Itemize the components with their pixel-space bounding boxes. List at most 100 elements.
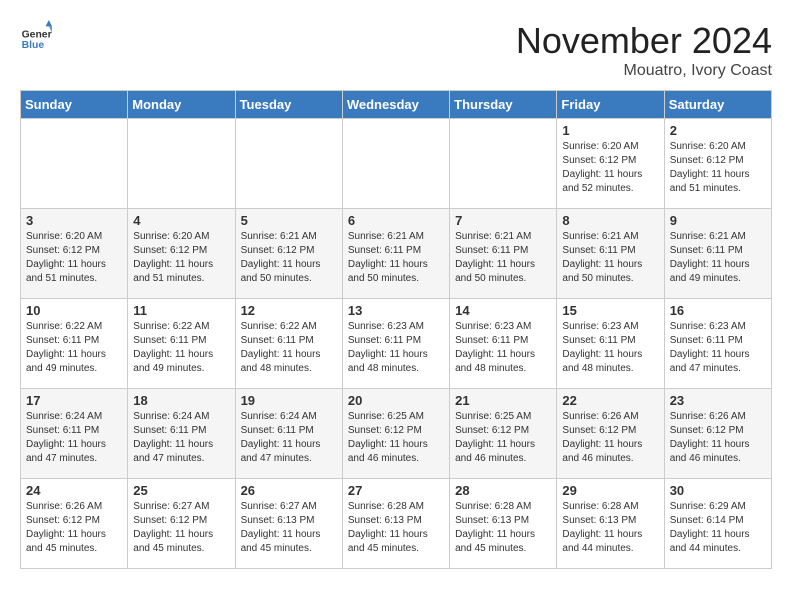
day-info: Sunrise: 6:23 AM Sunset: 6:11 PM Dayligh…	[562, 320, 658, 376]
calendar-cell: 23 Sunrise: 6:26 AM Sunset: 6:12 PM Dayli…	[664, 389, 771, 479]
day-number: 25	[133, 483, 229, 498]
calendar-cell: 18 Sunrise: 6:24 AM Sunset: 6:11 PM Dayli…	[128, 389, 235, 479]
calendar-cell: 16 Sunrise: 6:23 AM Sunset: 6:11 PM Dayli…	[664, 299, 771, 389]
calendar-cell: 28 Sunrise: 6:28 AM Sunset: 6:13 PM Dayli…	[450, 479, 557, 569]
day-info: Sunrise: 6:20 AM Sunset: 6:12 PM Dayligh…	[26, 230, 122, 286]
calendar-cell: 10 Sunrise: 6:22 AM Sunset: 6:11 PM Dayli…	[21, 299, 128, 389]
calendar-cell: 20Sunrise: 6:25 AM Sunset: 6:12 PM Dayli…	[342, 389, 449, 479]
calendar-cell: 5Sunrise: 6:21 AM Sunset: 6:12 PM Daylig…	[235, 209, 342, 299]
day-number: 30	[670, 483, 766, 498]
day-header-thursday: Thursday	[450, 91, 557, 119]
calendar-week-3: 10 Sunrise: 6:22 AM Sunset: 6:11 PM Dayli…	[21, 299, 772, 389]
day-number: 19	[241, 393, 337, 408]
calendar-cell: 4 Sunrise: 6:20 AM Sunset: 6:12 PM Daylig…	[128, 209, 235, 299]
day-number: 12	[241, 303, 337, 318]
day-info: Sunrise: 6:21 AM Sunset: 6:11 PM Dayligh…	[348, 230, 444, 286]
day-number: 28	[455, 483, 551, 498]
logo-icon: General Blue	[20, 20, 52, 52]
calendar-cell: 17 Sunrise: 6:24 AM Sunset: 6:11 PM Dayli…	[21, 389, 128, 479]
calendar-cell: 7 Sunrise: 6:21 AM Sunset: 6:11 PM Daylig…	[450, 209, 557, 299]
calendar-cell: 26 Sunrise: 6:27 AM Sunset: 6:13 PM Dayli…	[235, 479, 342, 569]
day-info: Sunrise: 6:20 AM Sunset: 6:12 PM Dayligh…	[133, 230, 229, 286]
day-number: 3	[26, 213, 122, 228]
day-number: 5	[241, 213, 337, 228]
calendar-cell	[235, 119, 342, 209]
day-info: Sunrise: 6:28 AM Sunset: 6:13 PM Dayligh…	[562, 500, 658, 556]
location: Mouatro, Ivory Coast	[516, 62, 772, 80]
day-info: Sunrise: 6:22 AM Sunset: 6:11 PM Dayligh…	[26, 320, 122, 376]
day-number: 7	[455, 213, 551, 228]
calendar-cell: 22 Sunrise: 6:26 AM Sunset: 6:12 PM Dayli…	[557, 389, 664, 479]
day-info: Sunrise: 6:24 AM Sunset: 6:11 PM Dayligh…	[133, 410, 229, 466]
calendar-cell: 24 Sunrise: 6:26 AM Sunset: 6:12 PM Dayli…	[21, 479, 128, 569]
day-number: 15	[562, 303, 658, 318]
day-header-saturday: Saturday	[664, 91, 771, 119]
day-number: 24	[26, 483, 122, 498]
day-number: 23	[670, 393, 766, 408]
day-info: Sunrise: 6:22 AM Sunset: 6:11 PM Dayligh…	[133, 320, 229, 376]
day-number: 4	[133, 213, 229, 228]
day-info: Sunrise: 6:26 AM Sunset: 6:12 PM Dayligh…	[26, 500, 122, 556]
calendar-cell: 21Sunrise: 6:25 AM Sunset: 6:12 PM Dayli…	[450, 389, 557, 479]
day-number: 17	[26, 393, 122, 408]
day-number: 8	[562, 213, 658, 228]
day-header-wednesday: Wednesday	[342, 91, 449, 119]
calendar-cell	[21, 119, 128, 209]
calendar: SundayMondayTuesdayWednesdayThursdayFrid…	[20, 90, 772, 569]
calendar-cell: 29Sunrise: 6:28 AM Sunset: 6:13 PM Dayli…	[557, 479, 664, 569]
day-number: 16	[670, 303, 766, 318]
day-number: 10	[26, 303, 122, 318]
day-number: 9	[670, 213, 766, 228]
calendar-cell: 25Sunrise: 6:27 AM Sunset: 6:12 PM Dayli…	[128, 479, 235, 569]
calendar-cell: 30Sunrise: 6:29 AM Sunset: 6:14 PM Dayli…	[664, 479, 771, 569]
month-title: November 2024	[516, 20, 772, 62]
day-info: Sunrise: 6:22 AM Sunset: 6:11 PM Dayligh…	[241, 320, 337, 376]
day-header-sunday: Sunday	[21, 91, 128, 119]
title-area: November 2024 Mouatro, Ivory Coast	[516, 20, 772, 80]
day-number: 26	[241, 483, 337, 498]
calendar-cell: 9 Sunrise: 6:21 AM Sunset: 6:11 PM Daylig…	[664, 209, 771, 299]
calendar-week-5: 24 Sunrise: 6:26 AM Sunset: 6:12 PM Dayli…	[21, 479, 772, 569]
svg-text:Blue: Blue	[22, 40, 45, 51]
calendar-cell: 2 Sunrise: 6:20 AM Sunset: 6:12 PM Daylig…	[664, 119, 771, 209]
day-header-friday: Friday	[557, 91, 664, 119]
svg-text:General: General	[22, 30, 52, 41]
calendar-cell: 19 Sunrise: 6:24 AM Sunset: 6:11 PM Dayli…	[235, 389, 342, 479]
day-number: 22	[562, 393, 658, 408]
day-number: 20	[348, 393, 444, 408]
calendar-week-2: 3 Sunrise: 6:20 AM Sunset: 6:12 PM Daylig…	[21, 209, 772, 299]
day-info: Sunrise: 6:20 AM Sunset: 6:12 PM Dayligh…	[562, 140, 658, 196]
calendar-cell: 8 Sunrise: 6:21 AM Sunset: 6:11 PM Daylig…	[557, 209, 664, 299]
calendar-cell	[342, 119, 449, 209]
day-header-tuesday: Tuesday	[235, 91, 342, 119]
day-number: 1	[562, 123, 658, 138]
day-info: Sunrise: 6:27 AM Sunset: 6:13 PM Dayligh…	[241, 500, 337, 556]
page-header: General Blue November 2024 Mouatro, Ivor…	[20, 20, 772, 80]
day-number: 13	[348, 303, 444, 318]
day-number: 11	[133, 303, 229, 318]
calendar-cell: 15 Sunrise: 6:23 AM Sunset: 6:11 PM Dayli…	[557, 299, 664, 389]
day-number: 2	[670, 123, 766, 138]
calendar-cell: 11 Sunrise: 6:22 AM Sunset: 6:11 PM Dayli…	[128, 299, 235, 389]
day-info: Sunrise: 6:24 AM Sunset: 6:11 PM Dayligh…	[26, 410, 122, 466]
calendar-cell: 3 Sunrise: 6:20 AM Sunset: 6:12 PM Daylig…	[21, 209, 128, 299]
day-info: Sunrise: 6:26 AM Sunset: 6:12 PM Dayligh…	[670, 410, 766, 466]
day-info: Sunrise: 6:28 AM Sunset: 6:13 PM Dayligh…	[455, 500, 551, 556]
day-info: Sunrise: 6:23 AM Sunset: 6:11 PM Dayligh…	[670, 320, 766, 376]
day-header-monday: Monday	[128, 91, 235, 119]
day-info: Sunrise: 6:26 AM Sunset: 6:12 PM Dayligh…	[562, 410, 658, 466]
day-info: Sunrise: 6:28 AM Sunset: 6:13 PM Dayligh…	[348, 500, 444, 556]
day-info: Sunrise: 6:21 AM Sunset: 6:11 PM Dayligh…	[562, 230, 658, 286]
day-number: 6	[348, 213, 444, 228]
day-info: Sunrise: 6:20 AM Sunset: 6:12 PM Dayligh…	[670, 140, 766, 196]
calendar-cell: 13Sunrise: 6:23 AM Sunset: 6:11 PM Dayli…	[342, 299, 449, 389]
calendar-cell: 12 Sunrise: 6:22 AM Sunset: 6:11 PM Dayli…	[235, 299, 342, 389]
day-info: Sunrise: 6:21 AM Sunset: 6:11 PM Dayligh…	[670, 230, 766, 286]
day-info: Sunrise: 6:23 AM Sunset: 6:11 PM Dayligh…	[455, 320, 551, 376]
calendar-cell: 1 Sunrise: 6:20 AM Sunset: 6:12 PM Daylig…	[557, 119, 664, 209]
day-number: 27	[348, 483, 444, 498]
day-number: 18	[133, 393, 229, 408]
day-number: 14	[455, 303, 551, 318]
day-info: Sunrise: 6:24 AM Sunset: 6:11 PM Dayligh…	[241, 410, 337, 466]
day-info: Sunrise: 6:21 AM Sunset: 6:11 PM Dayligh…	[455, 230, 551, 286]
